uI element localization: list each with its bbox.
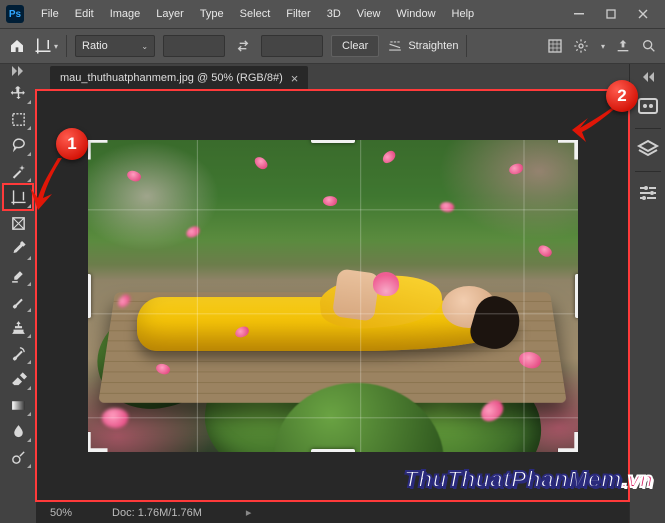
watermark-tld: .vn bbox=[622, 469, 653, 492]
main-area: mau_thuthuatphanmem.jpg @ 50% (RGB/8#) × bbox=[0, 64, 665, 523]
maximize-button[interactable] bbox=[595, 4, 627, 24]
eraser-tool[interactable] bbox=[3, 366, 33, 392]
title-bar: Ps File Edit Image Layer Type Select Fil… bbox=[0, 0, 665, 28]
straighten-label: Straighten bbox=[408, 40, 458, 52]
tool-preset-picker[interactable]: ▾ bbox=[34, 37, 58, 55]
annotation-arrow-2 bbox=[572, 104, 618, 144]
menu-select[interactable]: Select bbox=[233, 4, 278, 24]
blur-tool[interactable] bbox=[3, 418, 33, 444]
overlay-options-icon[interactable] bbox=[547, 38, 563, 54]
annotation-arrow-1 bbox=[30, 154, 66, 210]
image-content bbox=[88, 140, 578, 452]
right-panel-dock bbox=[629, 64, 665, 523]
chevron-down-icon: ▾ bbox=[54, 42, 58, 51]
window-controls bbox=[563, 4, 659, 24]
document-tab-title: mau_thuthuatphanmem.jpg @ 50% (RGB/8#) bbox=[60, 72, 283, 84]
clear-button-label: Clear bbox=[342, 40, 368, 52]
share-icon[interactable] bbox=[615, 38, 631, 54]
tool-panel bbox=[0, 64, 36, 523]
crop-width-input[interactable] bbox=[163, 35, 225, 57]
crop-tool[interactable] bbox=[3, 184, 33, 210]
history-brush-tool[interactable] bbox=[3, 340, 33, 366]
dodge-tool[interactable] bbox=[3, 444, 33, 470]
menu-image[interactable]: Image bbox=[103, 4, 148, 24]
annotation-callout-2: 2 bbox=[606, 80, 638, 112]
menu-view[interactable]: View bbox=[350, 4, 388, 24]
menu-edit[interactable]: Edit bbox=[68, 4, 101, 24]
frame-tool[interactable] bbox=[3, 210, 33, 236]
menu-3d[interactable]: 3D bbox=[320, 4, 348, 24]
aspect-ratio-label: Ratio bbox=[82, 40, 108, 52]
separator bbox=[66, 35, 67, 57]
eyedropper-tool[interactable] bbox=[3, 236, 33, 262]
gradient-tool[interactable] bbox=[3, 392, 33, 418]
clear-button[interactable]: Clear bbox=[331, 35, 379, 57]
chevron-down-icon[interactable]: ▾ bbox=[601, 42, 605, 51]
chevron-right-icon[interactable]: ▸ bbox=[246, 506, 252, 519]
zoom-level[interactable]: 50% bbox=[50, 507, 72, 519]
menu-layer[interactable]: Layer bbox=[149, 4, 191, 24]
close-button[interactable] bbox=[627, 4, 659, 24]
menu-filter[interactable]: Filter bbox=[279, 4, 317, 24]
watermark-brand: ThuThuatPhanMem bbox=[404, 466, 622, 492]
status-bar: 50% Doc: 1.76M/1.76M ▸ bbox=[36, 501, 629, 523]
options-bar: ▾ Ratio ⌄ Clear Straighten ▾ bbox=[0, 28, 665, 64]
home-icon[interactable] bbox=[8, 38, 26, 54]
crop-options-gear-icon[interactable] bbox=[573, 38, 589, 54]
straighten-button[interactable]: Straighten bbox=[387, 39, 458, 53]
color-panel-icon[interactable] bbox=[636, 96, 660, 118]
magic-wand-tool[interactable] bbox=[3, 158, 33, 184]
app-logo: Ps bbox=[6, 5, 24, 23]
clone-stamp-tool[interactable] bbox=[3, 314, 33, 340]
marquee-tool[interactable] bbox=[3, 106, 33, 132]
document-tab[interactable]: mau_thuthuatphanmem.jpg @ 50% (RGB/8#) × bbox=[50, 66, 308, 90]
healing-brush-tool[interactable] bbox=[3, 262, 33, 288]
watermark: ThuThuatPhanMem.vn bbox=[404, 466, 653, 493]
doc-size: Doc: 1.76M/1.76M bbox=[112, 507, 202, 519]
swap-dimensions-button[interactable] bbox=[233, 36, 253, 56]
aspect-ratio-dropdown[interactable]: Ratio ⌄ bbox=[75, 35, 155, 57]
document-tab-strip: mau_thuthuatphanmem.jpg @ 50% (RGB/8#) × bbox=[36, 64, 629, 90]
adjustments-panel-icon[interactable] bbox=[636, 182, 660, 204]
crop-height-input[interactable] bbox=[261, 35, 323, 57]
menu-help[interactable]: Help bbox=[445, 4, 482, 24]
layers-panel-icon[interactable] bbox=[636, 139, 660, 161]
close-icon[interactable]: × bbox=[291, 71, 299, 86]
menu-file[interactable]: File bbox=[34, 4, 66, 24]
search-icon[interactable] bbox=[641, 38, 657, 54]
document-area: mau_thuthuatphanmem.jpg @ 50% (RGB/8#) × bbox=[36, 64, 629, 523]
menu-window[interactable]: Window bbox=[389, 4, 442, 24]
lasso-tool[interactable] bbox=[3, 132, 33, 158]
chevron-down-icon: ⌄ bbox=[141, 42, 148, 51]
menu-type[interactable]: Type bbox=[193, 4, 231, 24]
minimize-button[interactable] bbox=[563, 4, 595, 24]
annotation-callout-1: 1 bbox=[56, 128, 88, 160]
collapse-panel-icon[interactable] bbox=[12, 66, 24, 76]
separator bbox=[466, 35, 467, 57]
move-tool[interactable] bbox=[3, 80, 33, 106]
main-menu: File Edit Image Layer Type Select Filter… bbox=[34, 4, 481, 24]
brush-tool[interactable] bbox=[3, 288, 33, 314]
canvas[interactable] bbox=[36, 90, 629, 501]
expand-panel-icon[interactable] bbox=[642, 72, 654, 82]
